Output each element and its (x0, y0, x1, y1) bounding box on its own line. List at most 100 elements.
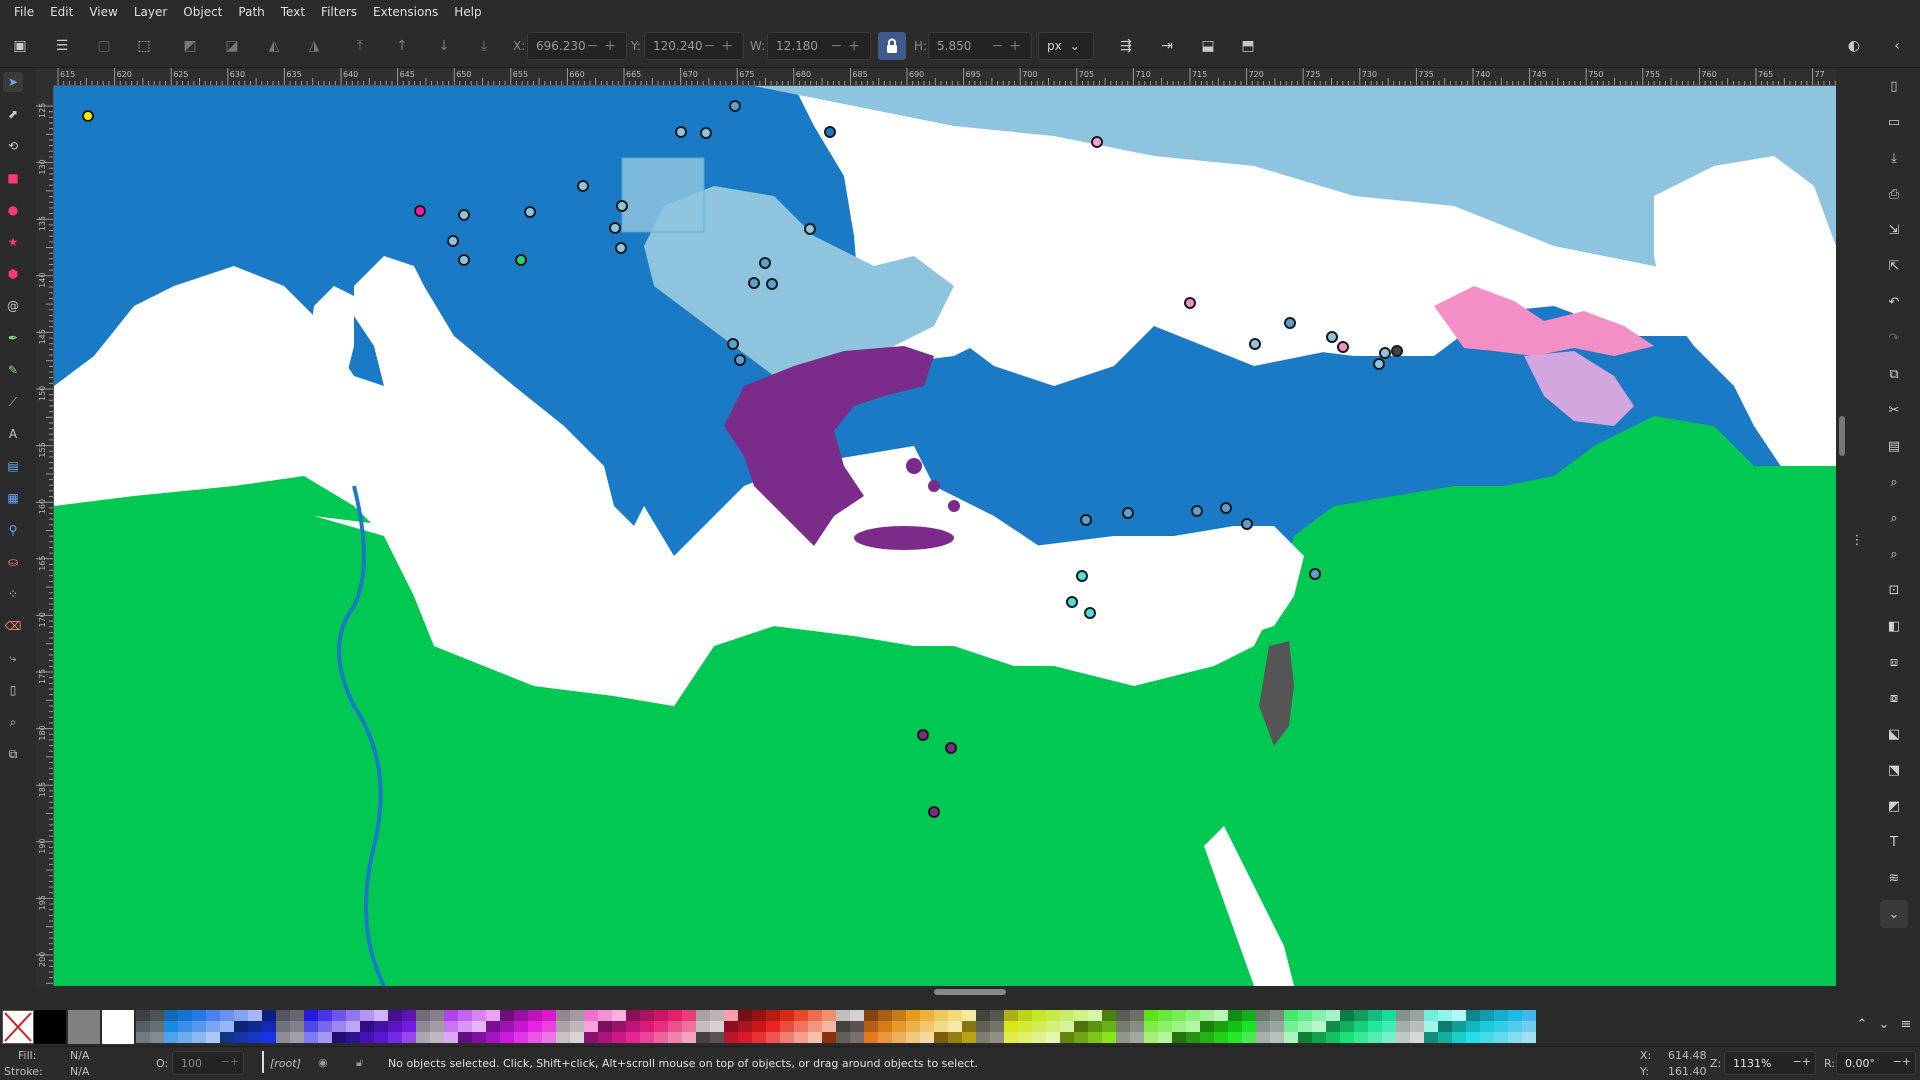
text-font-icon[interactable]: T (1880, 828, 1908, 856)
print-icon[interactable]: ⎙ (1880, 180, 1908, 208)
zoom-page-icon[interactable]: ⌕ (1880, 540, 1908, 568)
palette-swatch[interactable] (612, 1021, 626, 1032)
paste-icon[interactable]: ▤ (1880, 432, 1908, 460)
palette-swatch[interactable] (836, 1032, 850, 1043)
opacity-field[interactable]: 100 −+ (172, 1051, 244, 1075)
palette-swatch[interactable] (1508, 1021, 1522, 1032)
palette-swatch[interactable] (892, 1010, 906, 1021)
palette-swatch[interactable] (262, 1021, 276, 1032)
menu-edit[interactable]: Edit (42, 0, 81, 24)
palette-swatch[interactable] (1032, 1021, 1046, 1032)
palette-swatch[interactable] (1298, 1010, 1312, 1021)
palette-swatch[interactable] (1494, 1021, 1508, 1032)
palette-swatch[interactable] (304, 1010, 318, 1021)
palette-swatch[interactable] (934, 1021, 948, 1032)
palette-swatch[interactable] (542, 1010, 556, 1021)
palette-swatch[interactable] (1186, 1021, 1200, 1032)
palette-swatch[interactable] (752, 1021, 766, 1032)
map-point-marker[interactable] (414, 205, 426, 217)
palette-swatch[interactable] (276, 1010, 290, 1021)
palette-swatch[interactable] (500, 1010, 514, 1021)
map-point-marker[interactable] (748, 277, 760, 289)
palette-swatch[interactable] (528, 1032, 542, 1043)
palette-swatch[interactable] (696, 1032, 710, 1043)
palette-swatch[interactable] (1396, 1021, 1410, 1032)
y-field[interactable]: 120.240 −+ (644, 32, 744, 60)
palette-swatch[interactable] (542, 1032, 556, 1043)
palette-swatch[interactable] (1326, 1021, 1340, 1032)
zoom-drawing-icon[interactable]: ⌕ (1880, 504, 1908, 532)
palette-swatch[interactable] (360, 1010, 374, 1021)
palette-swatch[interactable] (1284, 1010, 1298, 1021)
palette-swatch[interactable] (1312, 1010, 1326, 1021)
palette-swatch[interactable] (500, 1032, 514, 1043)
vertical-scrollbar[interactable] (1836, 86, 1848, 986)
palette-swatch[interactable] (920, 1032, 934, 1043)
mesh-tool-icon[interactable]: ▦ (3, 488, 23, 508)
rotate-field[interactable]: 0.00° −+ (1836, 1051, 1916, 1075)
raise-top-icon[interactable]: ⤒ (348, 34, 372, 58)
palette-swatch[interactable] (1102, 1032, 1116, 1043)
palette-swatch[interactable] (332, 1010, 346, 1021)
palette-swatch[interactable] (794, 1010, 808, 1021)
palette-swatch[interactable] (962, 1032, 976, 1043)
palette-swatch[interactable] (626, 1021, 640, 1032)
palette-swatch[interactable] (1228, 1032, 1242, 1043)
snap-toggle-icon[interactable]: ◐ (1842, 34, 1866, 58)
pages-tool-icon[interactable]: ▯ (3, 680, 23, 700)
palette-swatch[interactable] (346, 1021, 360, 1032)
zoom-width-icon[interactable]: ⊡ (1880, 576, 1908, 604)
palette-swatch[interactable] (962, 1010, 976, 1021)
palette-swatch[interactable] (1018, 1010, 1032, 1021)
palette-swatch[interactable] (948, 1010, 962, 1021)
palette-swatch[interactable] (486, 1010, 500, 1021)
palette-swatch[interactable] (416, 1010, 430, 1021)
palette-swatch[interactable] (668, 1032, 682, 1043)
palette-swatch[interactable] (1466, 1010, 1480, 1021)
pencil-tool-icon[interactable]: ✎ (3, 360, 23, 380)
palette-swatch[interactable] (1438, 1010, 1452, 1021)
palette-swatch[interactable] (290, 1032, 304, 1043)
palette-swatch[interactable] (374, 1021, 388, 1032)
palette-swatch[interactable] (724, 1021, 738, 1032)
palette-swatch[interactable] (654, 1010, 668, 1021)
palette-swatch[interactable] (1368, 1032, 1382, 1043)
palette-swatch[interactable] (990, 1021, 1004, 1032)
palette-swatch[interactable] (584, 1032, 598, 1043)
palette-swatch[interactable] (906, 1021, 920, 1032)
palette-swatch[interactable] (150, 1021, 164, 1032)
palette-swatch[interactable] (1116, 1021, 1130, 1032)
connector-tool-icon[interactable]: ⤷ (3, 648, 23, 668)
palette-swatch[interactable] (458, 1010, 472, 1021)
palette-swatch[interactable] (780, 1032, 794, 1043)
redo-icon[interactable]: ↷ (1880, 324, 1908, 352)
palette-swatch[interactable] (178, 1032, 192, 1043)
palette-swatch[interactable] (290, 1010, 304, 1021)
palette-swatch[interactable] (1018, 1032, 1032, 1043)
black-swatch[interactable] (34, 1010, 66, 1044)
rotate-cw-icon[interactable]: ◪ (220, 34, 244, 58)
palette-swatch[interactable] (1004, 1021, 1018, 1032)
palette-swatch[interactable] (1228, 1021, 1242, 1032)
map-point-marker[interactable] (1122, 507, 1134, 519)
palette-swatch[interactable] (178, 1010, 192, 1021)
layer-visibility-icon[interactable]: ◉ (318, 1056, 328, 1069)
pen-tool-icon[interactable]: ✒ (3, 328, 23, 348)
palette-swatch[interactable] (948, 1032, 962, 1043)
menu-help[interactable]: Help (446, 0, 489, 24)
palette-swatch[interactable] (584, 1021, 598, 1032)
scale-corners-icon[interactable]: ⇥ (1155, 34, 1179, 58)
zoom-tool-icon[interactable]: ⌕ (3, 712, 23, 732)
palette-swatch[interactable] (850, 1021, 864, 1032)
palette-swatch[interactable] (1270, 1010, 1284, 1021)
palette-swatch[interactable] (1102, 1021, 1116, 1032)
palette-swatch[interactable] (906, 1032, 920, 1043)
palette-swatch[interactable] (332, 1032, 346, 1043)
palette-swatch[interactable] (640, 1010, 654, 1021)
palette-swatch[interactable] (1452, 1021, 1466, 1032)
palette-swatch[interactable] (374, 1010, 388, 1021)
layer-lock-icon[interactable]: 🔓︎ (356, 1056, 363, 1070)
palette-swatch[interactable] (1242, 1010, 1256, 1021)
map-point-marker[interactable] (82, 110, 94, 122)
palette-swatch[interactable] (528, 1010, 542, 1021)
